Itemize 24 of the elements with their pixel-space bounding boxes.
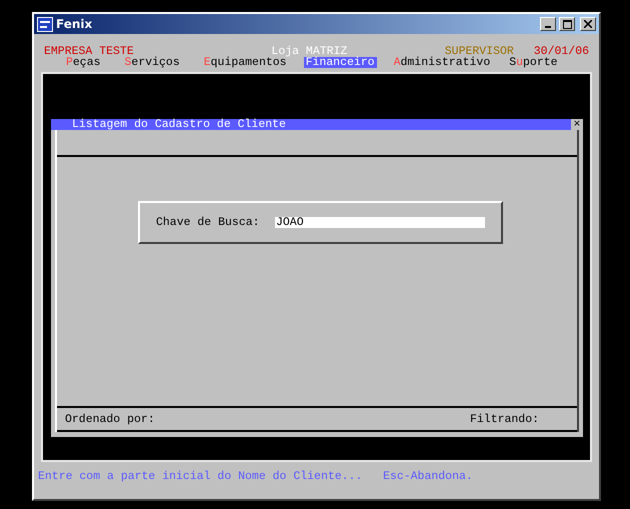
menu-item[interactable]: Serviços: [122, 57, 182, 68]
sort-label: Ordenado por:: [65, 412, 155, 426]
menu-item[interactable]: Equipamentos: [202, 57, 289, 68]
status-message: Entre com a parte inicial do Nome do Cliente... Esc-Abandona.: [37, 469, 474, 485]
maximize-button[interactable]: [559, 17, 575, 31]
user-name: SUPERVISOR: [444, 46, 514, 57]
minimize-button[interactable]: [540, 17, 556, 31]
app-logo-icon: [37, 16, 53, 32]
window-title: Fenix: [56, 17, 94, 31]
maximize-icon: [562, 20, 572, 28]
close-icon: [584, 20, 592, 28]
date-text: 30/01/06: [534, 46, 589, 57]
menu-item[interactable]: Financeiro: [304, 57, 377, 68]
filter-label: Filtrando:: [470, 412, 539, 426]
store-name: Loja MATRIZ: [271, 46, 348, 57]
menu-item[interactable]: Peças: [64, 57, 103, 68]
menu-item[interactable]: Suporte: [507, 57, 560, 68]
close-button[interactable]: [580, 17, 596, 31]
close-button[interactable]: ×: [571, 119, 583, 130]
search-field[interactable]: JOAO: [275, 217, 485, 228]
company-name: EMPRESA TESTE: [44, 46, 134, 57]
search-label: Chave de Busca:: [156, 216, 261, 229]
dialog-title: Listagem do Cadastro de Cliente: [72, 119, 287, 130]
menu-item[interactable]: Administrativo: [392, 57, 492, 68]
